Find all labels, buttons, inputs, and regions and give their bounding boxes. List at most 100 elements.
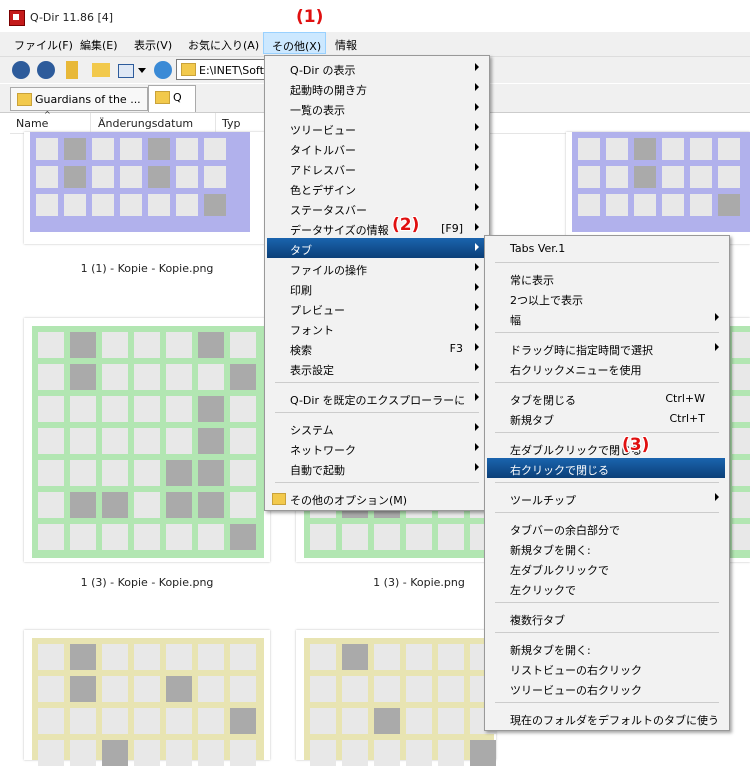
menu-item[interactable]: 左ダブルクリックで閉じる	[487, 438, 725, 458]
tab-label: Guardians of the ...	[35, 93, 141, 106]
menu-item[interactable]: 色とデザイン	[267, 178, 485, 198]
grid-cell	[310, 708, 336, 734]
menu-other[interactable]: その他(X)	[263, 32, 326, 54]
menu-item[interactable]: 自動で起動	[267, 458, 485, 478]
grid-cell	[732, 428, 750, 454]
menu-file[interactable]: ファイル(F)	[14, 37, 73, 53]
menu-view[interactable]: 表示(V)	[134, 37, 172, 53]
menu-item[interactable]: ツリービューの右クリック	[487, 678, 725, 698]
grid-cell	[718, 138, 740, 160]
menu-item[interactable]: ツールチップ	[487, 488, 725, 508]
menu-separator	[495, 332, 719, 333]
menu-item[interactable]: 新規タブ Ctrl+T	[487, 408, 725, 428]
column-divider[interactable]	[90, 113, 91, 133]
refresh-icon[interactable]	[154, 61, 172, 79]
menu-item-shortcut: Ctrl+T	[669, 412, 705, 425]
menu-item[interactable]: 幅	[487, 308, 725, 328]
menu-item[interactable]: Tabs Ver.1	[487, 238, 725, 258]
menu-separator	[275, 482, 479, 483]
menu-item[interactable]: タブ	[267, 238, 485, 258]
menu-item[interactable]: タブバーの余白部分で	[487, 518, 725, 538]
file-thumbnail[interactable]	[24, 132, 270, 244]
menu-item[interactable]: Q-Dir を既定のエクスプローラーに	[267, 388, 485, 408]
menu-item[interactable]: システム	[267, 418, 485, 438]
menu-item[interactable]: 表示設定	[267, 358, 485, 378]
address-bar[interactable]: E:\INET\Soft	[176, 59, 276, 80]
file-thumbnail[interactable]	[566, 132, 750, 244]
menu-separator	[495, 512, 719, 513]
menu-item[interactable]: タブを閉じる Ctrl+W	[487, 388, 725, 408]
column-type[interactable]: Typ	[222, 117, 241, 130]
column-modified[interactable]: Änderungsdatum	[98, 117, 193, 130]
menu-item-label: プレビュー	[290, 304, 345, 317]
grid-cell	[36, 138, 58, 160]
menu-item[interactable]: 複数行タブ	[487, 608, 725, 628]
menu-item[interactable]: 新規タブを開く:	[487, 638, 725, 658]
menu-edit[interactable]: 編集(E)	[80, 37, 118, 53]
menu-item[interactable]: 新規タブを開く:	[487, 538, 725, 558]
grid-cell	[102, 396, 128, 422]
menu-item[interactable]: 起動時の開き方	[267, 78, 485, 98]
grid-cell	[634, 138, 656, 160]
file-thumbnail[interactable]	[24, 318, 270, 562]
menu-item[interactable]: 右クリックメニューを使用	[487, 358, 725, 378]
menu-item[interactable]: タイトルバー	[267, 138, 485, 158]
menu-item-label: ツールチップ	[510, 494, 576, 507]
menu-item[interactable]: アドレスバー	[267, 158, 485, 178]
menu-separator	[495, 602, 719, 603]
menu-item[interactable]: 常に表示	[487, 268, 725, 288]
image-preview	[32, 638, 264, 766]
menu-item-shortcut: [F9]	[441, 222, 463, 235]
menu-item[interactable]: 一覧の表示	[267, 98, 485, 118]
menu-item[interactable]: 印刷	[267, 278, 485, 298]
menu-item-label: 新規タブ	[510, 414, 554, 427]
menu-item[interactable]: ツリービュー	[267, 118, 485, 138]
dropdown-icon[interactable]	[138, 68, 146, 73]
tab-q[interactable]: Q	[148, 85, 196, 112]
submenu-arrow-icon	[475, 303, 479, 311]
menu-item[interactable]: ネットワーク	[267, 438, 485, 458]
grid-cell	[310, 644, 336, 670]
menu-item-label: 右クリックメニューを使用	[510, 364, 642, 377]
grid-cell	[342, 708, 368, 734]
menu-item[interactable]: リストビューの右クリック	[487, 658, 725, 678]
menu-item-label: 常に表示	[510, 274, 554, 287]
up-folder-icon[interactable]	[66, 61, 78, 79]
grid-cell	[204, 194, 226, 216]
forward-icon[interactable]	[37, 61, 55, 79]
grid-cell	[176, 194, 198, 216]
menu-item[interactable]: ステータスバー	[267, 198, 485, 218]
grid-cell	[36, 166, 58, 188]
menu-item[interactable]: データサイズの情報 [F9]	[267, 218, 485, 238]
menu-item[interactable]: フォント	[267, 318, 485, 338]
menu-item[interactable]: 左クリックで	[487, 578, 725, 598]
menu-item[interactable]: 左ダブルクリックで	[487, 558, 725, 578]
grid-cell	[134, 364, 160, 390]
grid-cell	[718, 166, 740, 188]
menu-item[interactable]: 検索 F3	[267, 338, 485, 358]
menu-item[interactable]: Q-Dir の表示	[267, 58, 485, 78]
menu-favorites[interactable]: お気に入り(A)	[188, 37, 259, 53]
grid-cell	[230, 396, 256, 422]
menu-info[interactable]: 情報	[335, 37, 357, 53]
menu-item[interactable]: プレビュー	[267, 298, 485, 318]
grid-cell	[470, 740, 496, 766]
menu-item[interactable]: ドラッグ時に指定時間で選択	[487, 338, 725, 358]
tab-guardians[interactable]: Guardians of the ...	[10, 87, 148, 111]
menu-item[interactable]: ファイルの操作	[267, 258, 485, 278]
file-thumbnail[interactable]	[24, 630, 270, 766]
menu-item[interactable]: 右クリックで閉じる	[487, 458, 725, 478]
menu-separator	[495, 432, 719, 433]
menu-item-label: 自動で起動	[290, 464, 345, 477]
view-icon[interactable]	[118, 64, 134, 78]
menu-item[interactable]: 現在のフォルダをデフォルトのタブに使う	[487, 708, 725, 728]
back-icon[interactable]	[12, 61, 30, 79]
file-thumbnail[interactable]	[296, 630, 496, 766]
new-folder-icon[interactable]	[92, 63, 110, 77]
grid-cell	[230, 708, 256, 734]
grid-cell	[310, 676, 336, 702]
grid-cell	[198, 492, 224, 518]
column-divider[interactable]	[215, 113, 216, 133]
menu-item[interactable]: その他のオプション(M)	[267, 488, 485, 508]
menu-item[interactable]: 2つ以上で表示	[487, 288, 725, 308]
